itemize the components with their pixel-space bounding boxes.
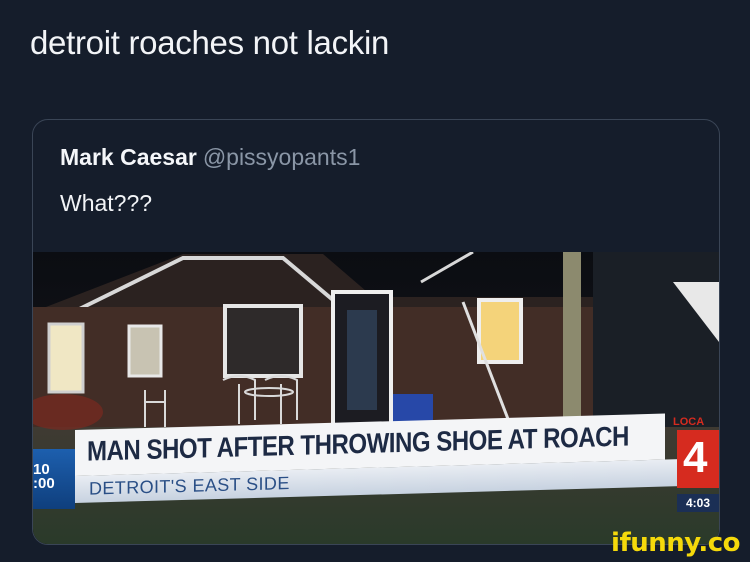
news-subheadline: DETROIT'S EAST SIDE <box>89 473 290 499</box>
ifunny-watermark: ifunny.co <box>611 528 740 558</box>
quoted-tweet-handle[interactable]: @pissyopants1 <box>203 144 361 170</box>
tweet-text: detroit roaches not lackin <box>30 24 390 61</box>
news-headline: MAN SHOT AFTER THROWING SHOE AT ROACH <box>87 420 629 467</box>
quoted-tweet-header: Mark Caesar @pissyopants1 <box>60 144 360 171</box>
station-logo-number: 4 <box>683 433 708 482</box>
news-time-bug: 10 :00 <box>33 449 75 509</box>
quoted-tweet-media[interactable]: 10 :00 MAN SHOT AFTER THROWING SHOE AT R… <box>33 252 719 544</box>
quoted-tweet-card[interactable]: Mark Caesar @pissyopants1 What??? 10:00… <box>32 119 720 545</box>
station-logo: 4 <box>677 430 719 488</box>
quoted-tweet-text: What??? <box>60 190 153 216</box>
news-local-label: LOCA <box>673 416 705 428</box>
news-clock: 4:03 <box>677 494 719 512</box>
news-time-bug-text: 10 :00 <box>33 461 55 492</box>
quoted-tweet-display-name[interactable]: Mark Caesar <box>60 144 197 170</box>
